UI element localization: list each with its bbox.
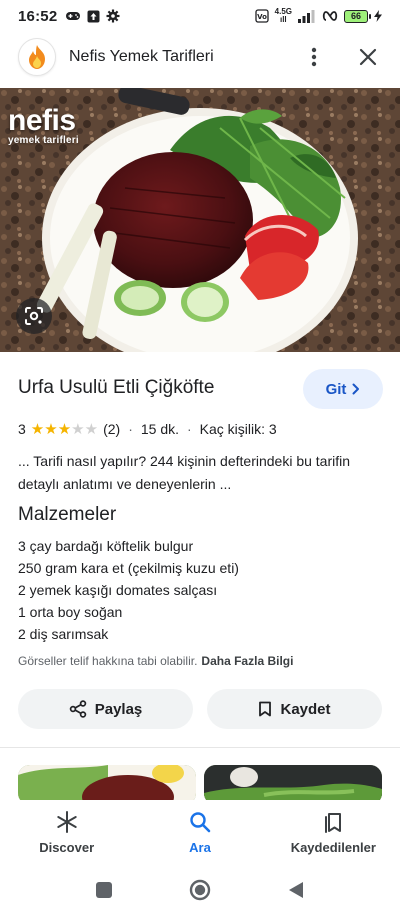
star-filled-icon: ★ bbox=[44, 419, 58, 438]
back-button[interactable] bbox=[282, 876, 310, 904]
lens-icon bbox=[25, 307, 43, 325]
ingredients-list: 3 çay bardağı köftelik bulgur 250 gram k… bbox=[18, 535, 239, 645]
watermark: nefis yemek tarifleri bbox=[8, 104, 79, 147]
status-bar: 16:52 Vo 4.5G ıll 66 bbox=[0, 0, 400, 32]
go-button-label: Git bbox=[325, 380, 347, 398]
network-type-bottom: ıll bbox=[279, 15, 287, 24]
related-result-thumbnail[interactable] bbox=[18, 765, 196, 805]
signal-icon bbox=[298, 9, 316, 23]
nav-label: Ara bbox=[189, 839, 211, 855]
status-left-icons bbox=[65, 9, 120, 23]
recipe-title: Urfa Usulü Etli Çiğköfte bbox=[18, 377, 215, 398]
go-button[interactable]: Git bbox=[303, 369, 383, 409]
rating-count: (2) bbox=[103, 421, 121, 437]
star-filled-icon: ★ bbox=[30, 419, 45, 438]
recipe-description: ... Tarifi nasıl yapılır? 244 kişinin de… bbox=[18, 453, 351, 492]
flame-logo-icon bbox=[29, 45, 45, 69]
close-icon[interactable] bbox=[354, 43, 382, 71]
nav-label: Discover bbox=[39, 839, 95, 855]
svg-text:Vo: Vo bbox=[257, 13, 267, 21]
recents-square-icon bbox=[96, 882, 112, 898]
watermark-sub: yemek tarifleri bbox=[8, 135, 79, 146]
save-button[interactable]: Kaydet bbox=[207, 689, 382, 729]
share-icon bbox=[69, 700, 86, 718]
star-empty-icon: ★ bbox=[84, 419, 99, 438]
home-button[interactable] bbox=[186, 876, 214, 904]
home-circle-icon bbox=[189, 879, 211, 901]
network-type: 4.5G ıll bbox=[275, 8, 292, 24]
star-filled-icon: ★ bbox=[57, 419, 72, 438]
lens-button[interactable] bbox=[16, 298, 52, 334]
recipe-meta: 3 ★ ★ ★ ★ ★ (2) · 15 dk. · Kaç kişilik: 3 bbox=[18, 421, 277, 437]
asterisk-icon bbox=[56, 810, 77, 833]
status-time: 16:52 bbox=[18, 7, 58, 25]
separator-dot: · bbox=[128, 421, 133, 437]
ingredient-item: 3 çay bardağı köftelik bulgur bbox=[18, 538, 194, 554]
rating-value: 3 bbox=[18, 421, 26, 437]
star-empty-icon: ★ bbox=[71, 419, 85, 438]
settings-gear-icon bbox=[106, 9, 120, 23]
divider bbox=[0, 747, 400, 748]
thumbnail-image bbox=[18, 765, 196, 805]
status-right: Vo 4.5G ıll 66 bbox=[255, 8, 382, 24]
ingredient-item: 2 diş sarımsak bbox=[18, 626, 109, 642]
site-name: Nefis Yemek Tarifleri bbox=[69, 48, 214, 65]
search-icon bbox=[190, 811, 211, 832]
nav-label: Kaydedilenler bbox=[290, 839, 376, 855]
watermark-main: nefis bbox=[8, 104, 76, 137]
save-label: Kaydet bbox=[280, 700, 331, 718]
battery-level: 66 bbox=[350, 11, 361, 21]
app-header: Nefis Yemek Tarifleri bbox=[0, 36, 400, 78]
ingredients-heading: Malzemeler bbox=[18, 504, 117, 525]
rating-stars: ★ ★ ★ ★ ★ bbox=[30, 419, 99, 438]
nav-item-saved[interactable]: Kaydedilenler bbox=[267, 800, 400, 864]
collections-icon bbox=[325, 812, 342, 833]
share-label: Paylaş bbox=[94, 700, 143, 718]
thumbnail-image bbox=[204, 765, 382, 805]
upload-icon bbox=[87, 10, 100, 23]
site-logo bbox=[18, 38, 56, 76]
more-info-link[interactable]: Daha Fazla Bilgi bbox=[201, 654, 293, 668]
nav-item-discover[interactable]: Discover bbox=[0, 800, 133, 864]
copyright-text: Görseller telif hakkına tabi olabilir. bbox=[18, 654, 198, 668]
nav-item-search[interactable]: Ara bbox=[133, 800, 266, 864]
related-result-thumbnail[interactable] bbox=[204, 765, 382, 805]
alarm-icon: Vo bbox=[255, 9, 269, 23]
sync-icon bbox=[322, 10, 338, 22]
recipe-hero-image[interactable]: nefis yemek tarifleri bbox=[0, 88, 400, 352]
system-navigation-bar bbox=[0, 864, 400, 916]
gamepad-icon bbox=[65, 10, 81, 22]
ingredient-item: 2 yemek kaşığı domates salçası bbox=[18, 582, 218, 598]
ingredient-item: 250 gram kara et (çekilmiş kuzu eti) bbox=[18, 560, 239, 576]
recents-button[interactable] bbox=[90, 876, 118, 904]
charging-bolt-icon bbox=[374, 10, 382, 22]
bottom-nav: Discover Ara Kaydedilenler bbox=[0, 800, 400, 864]
battery-icon: 66 bbox=[344, 9, 371, 23]
bookmark-icon bbox=[259, 701, 272, 717]
ingredient-item: 1 orta boy soğan bbox=[18, 604, 123, 620]
more-vert-icon[interactable] bbox=[300, 43, 328, 71]
copyright-notice: Görseller telif hakkına tabi olabilir. Da… bbox=[18, 654, 293, 668]
duration: 15 dk. bbox=[140, 421, 179, 437]
share-button[interactable]: Paylaş bbox=[18, 689, 193, 729]
separator-dot: · bbox=[187, 421, 192, 437]
back-triangle-icon bbox=[289, 882, 303, 898]
chevron-right-icon bbox=[352, 383, 360, 395]
header-actions bbox=[300, 43, 382, 71]
servings: Kaç kişilik: 3 bbox=[199, 421, 277, 437]
